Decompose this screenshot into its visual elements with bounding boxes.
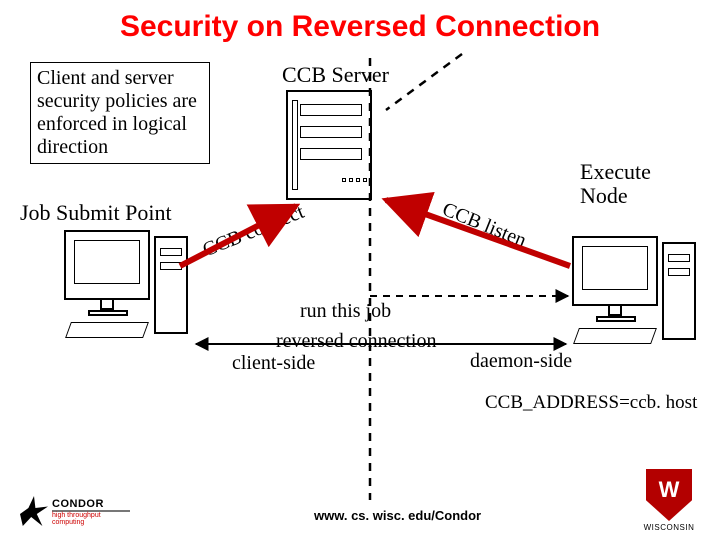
ccb-connect-label: CCB connect <box>200 201 308 262</box>
condor-logo-tagline: high throughput computing <box>52 512 130 526</box>
policy-note-box: Client and server security policies are … <box>30 62 210 164</box>
ccb-server-icon <box>286 90 372 200</box>
condor-logo: CONDOR high throughput computing <box>20 486 130 526</box>
execute-node-computer-icon <box>572 236 702 356</box>
ccb-address-text: CCB_ADDRESS=ccb. host <box>485 392 697 414</box>
execute-node-line1: Execute <box>580 159 651 184</box>
job-submit-label: Job Submit Point <box>20 200 172 226</box>
execute-node-label: Execute Node <box>580 160 651 208</box>
uw-logo: WISCONSIN <box>632 469 706 532</box>
ccb-listen-label: CCB listen <box>439 198 530 252</box>
slide-title: Security on Reversed Connection <box>0 0 720 44</box>
execute-node-line2: Node <box>580 183 628 208</box>
client-side-label: client-side <box>232 352 315 375</box>
dashed-branch <box>386 54 462 110</box>
condor-bird-icon <box>20 496 48 526</box>
ccb-server-label: CCB Server <box>282 62 389 88</box>
daemon-side-label: daemon-side <box>470 350 572 373</box>
job-submit-computer-icon <box>64 230 194 350</box>
uw-logo-text: WISCONSIN <box>632 523 706 532</box>
reversed-connection-label: reversed connection <box>276 330 436 353</box>
policy-note-text: Client and server security policies are … <box>37 67 197 158</box>
run-this-job-label: run this job <box>300 300 391 323</box>
condor-logo-text: CONDOR <box>52 499 130 510</box>
footer-url: www. cs. wisc. edu/Condor <box>314 508 481 523</box>
uw-shield-icon <box>646 469 692 521</box>
